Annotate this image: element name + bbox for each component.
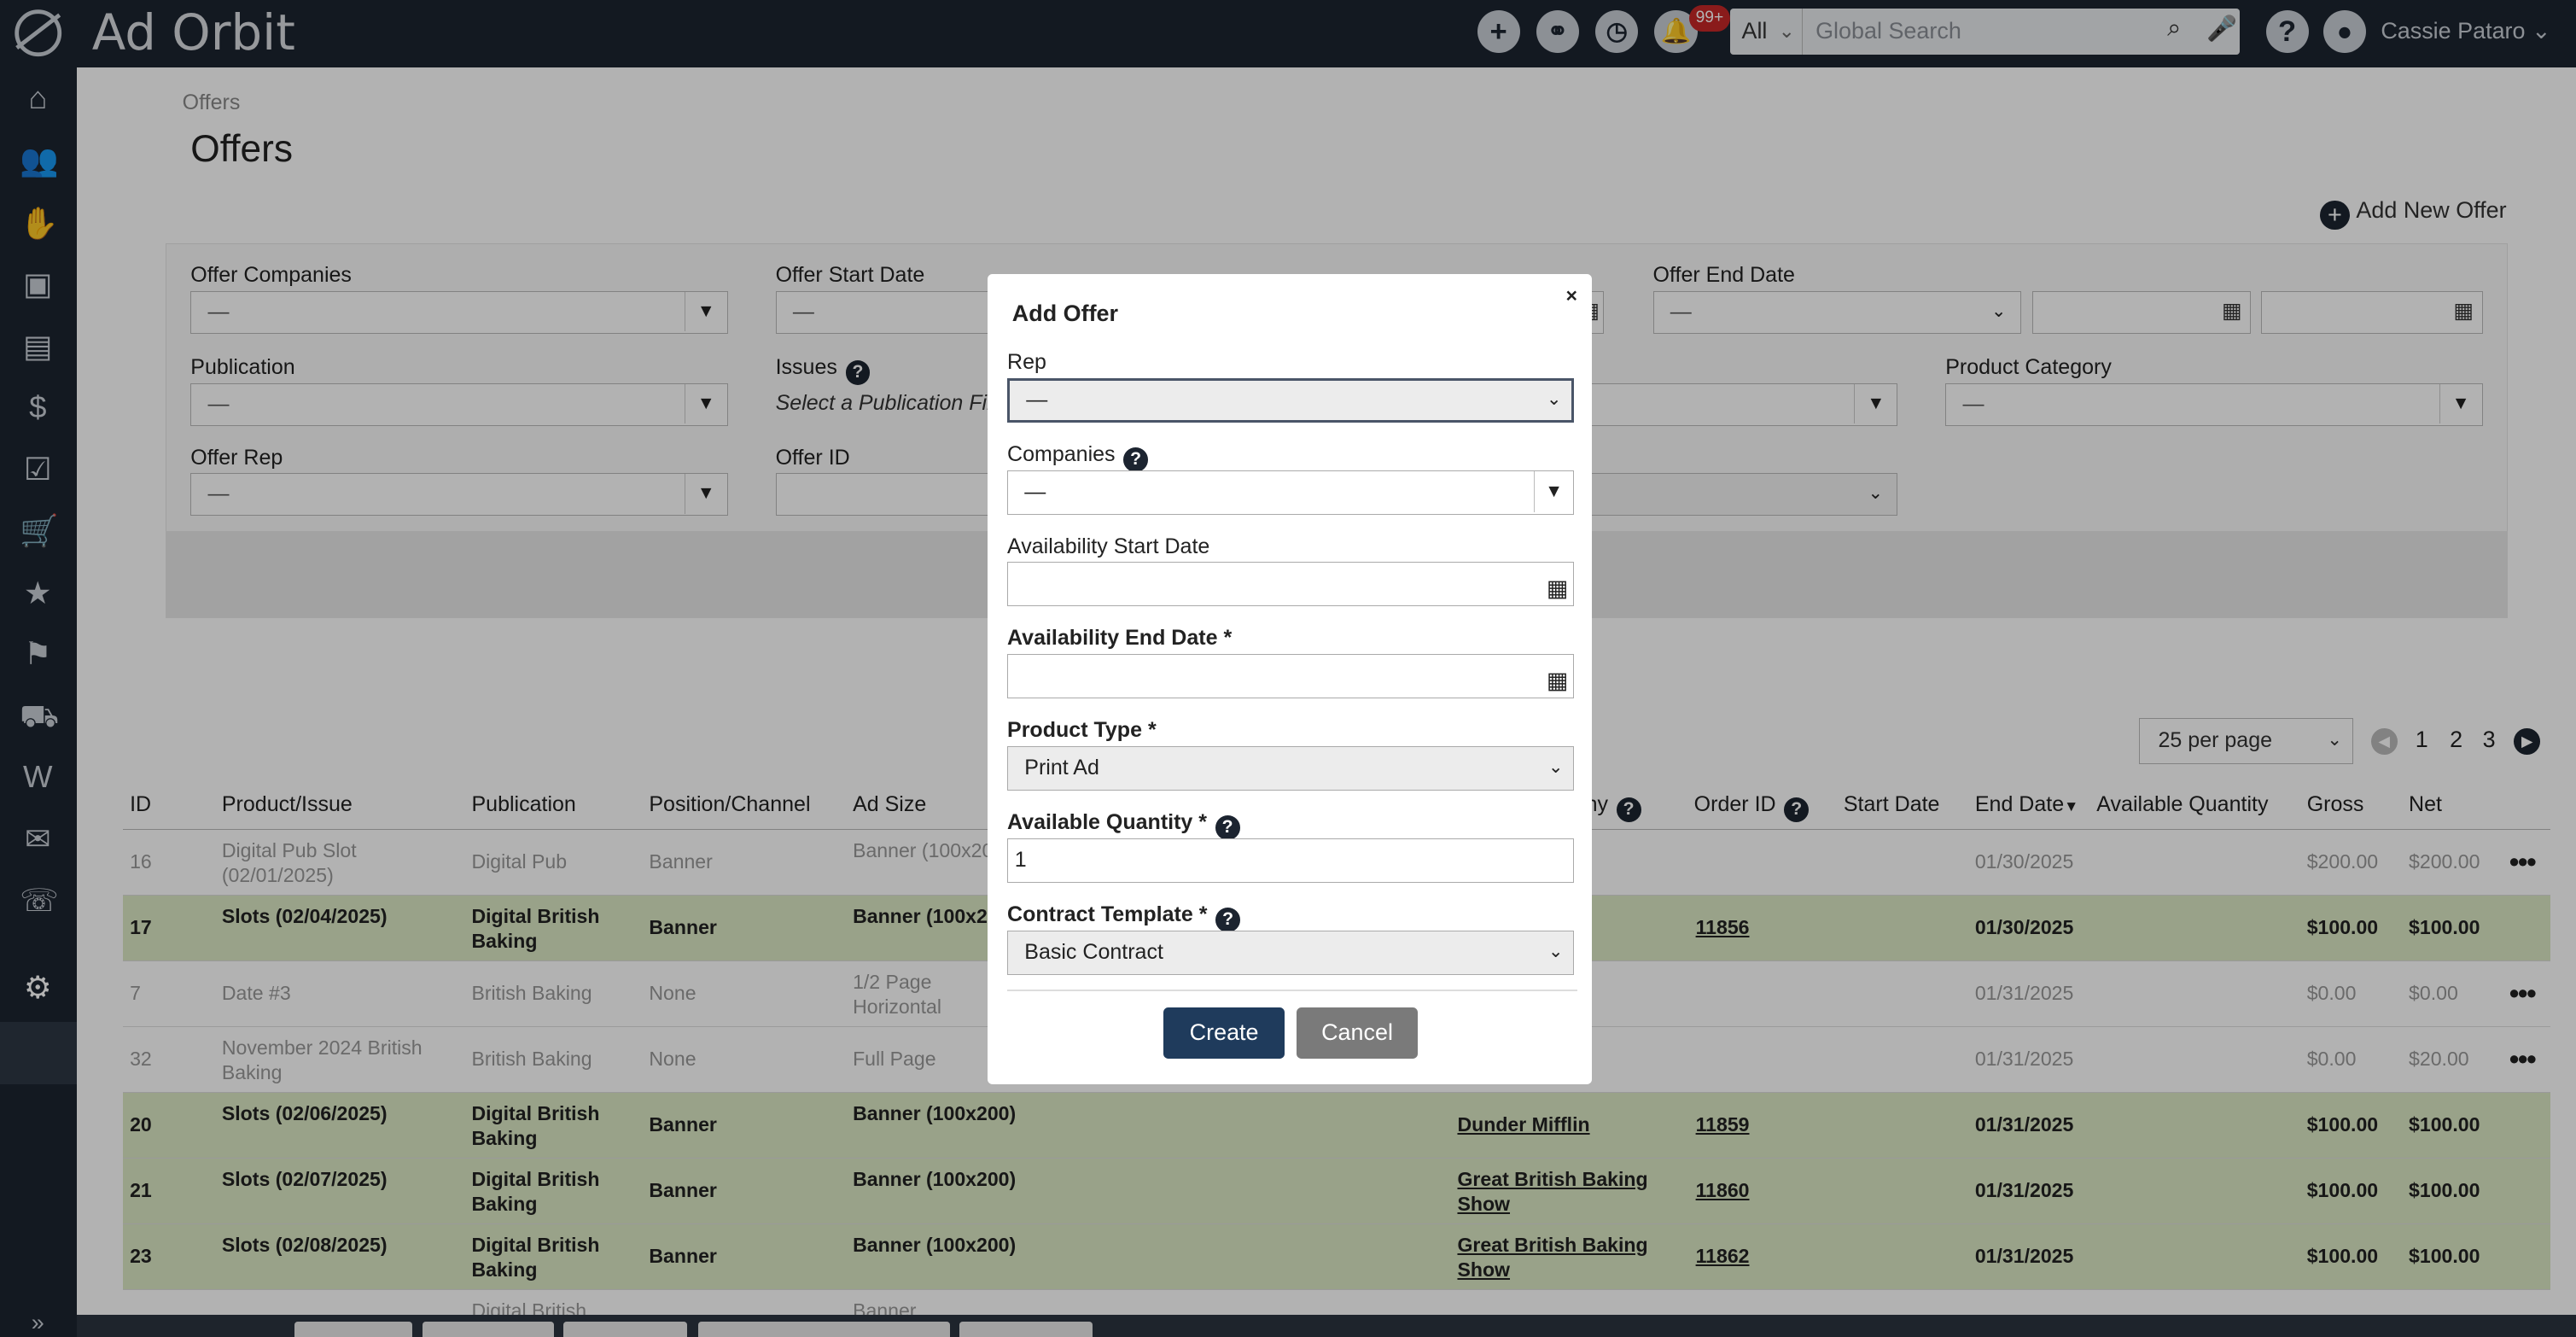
help-icon[interactable]: ? [1215, 814, 1240, 840]
product-type-select[interactable]: Print Ad ⌄ [1007, 745, 1575, 791]
companies-select[interactable]: — ▼ [1007, 470, 1575, 515]
cancel-button[interactable]: Cancel [1296, 1007, 1419, 1059]
rep-select[interactable]: — ⌄ [1007, 377, 1575, 423]
companies-label: Companies? [1007, 441, 1149, 472]
add-offer-modal: Add Offer × Rep — ⌄ Companies? — ▼ Availab… [987, 274, 1593, 1085]
contract-template-select[interactable]: Basic Contract ⌄ [1007, 930, 1575, 975]
modal-divider [1007, 989, 1577, 991]
close-icon[interactable]: × [1566, 284, 1577, 307]
help-icon[interactable]: ? [1215, 907, 1240, 932]
availability-start-input[interactable]: ▦ [1007, 562, 1575, 609]
contract-template-label: Contract Template *? [1007, 902, 1240, 932]
create-button[interactable]: Create [1163, 1007, 1285, 1059]
product-type-value: Print Ad [1024, 755, 1099, 779]
available-quantity-input[interactable]: 1 [1007, 838, 1575, 883]
caret-down-icon: ▼ [1533, 470, 1573, 512]
companies-label-text: Companies [1007, 441, 1116, 466]
app-root: Offers Offers + Add New Offer Offer Compa… [0, 0, 2576, 1337]
rep-value: — [1026, 387, 1048, 412]
available-quantity-label: Available Quantity *? [1007, 810, 1240, 840]
available-quantity-label-text: Available Quantity * [1007, 810, 1208, 835]
contract-template-value: Basic Contract [1024, 939, 1163, 964]
calendar-icon[interactable]: ▦ [1547, 568, 1568, 609]
modal-title: Add Offer [1011, 301, 1119, 327]
availability-end-label: Availability End Date * [1007, 626, 1233, 651]
calendar-icon[interactable]: ▦ [1547, 660, 1568, 701]
availability-start-label: Availability Start Date [1007, 534, 1210, 558]
help-icon[interactable]: ? [1123, 447, 1149, 472]
rep-label: Rep [1007, 350, 1046, 375]
product-type-label: Product Type * [1007, 718, 1157, 743]
chevron-down-icon: ⌄ [1547, 756, 1564, 777]
companies-value: — [1024, 479, 1046, 504]
availability-end-input[interactable]: ▦ [1007, 654, 1575, 701]
chevron-down-icon: ⌄ [1547, 941, 1564, 961]
contract-template-label-text: Contract Template * [1007, 902, 1208, 926]
chevron-down-icon: ⌄ [1546, 388, 1562, 409]
